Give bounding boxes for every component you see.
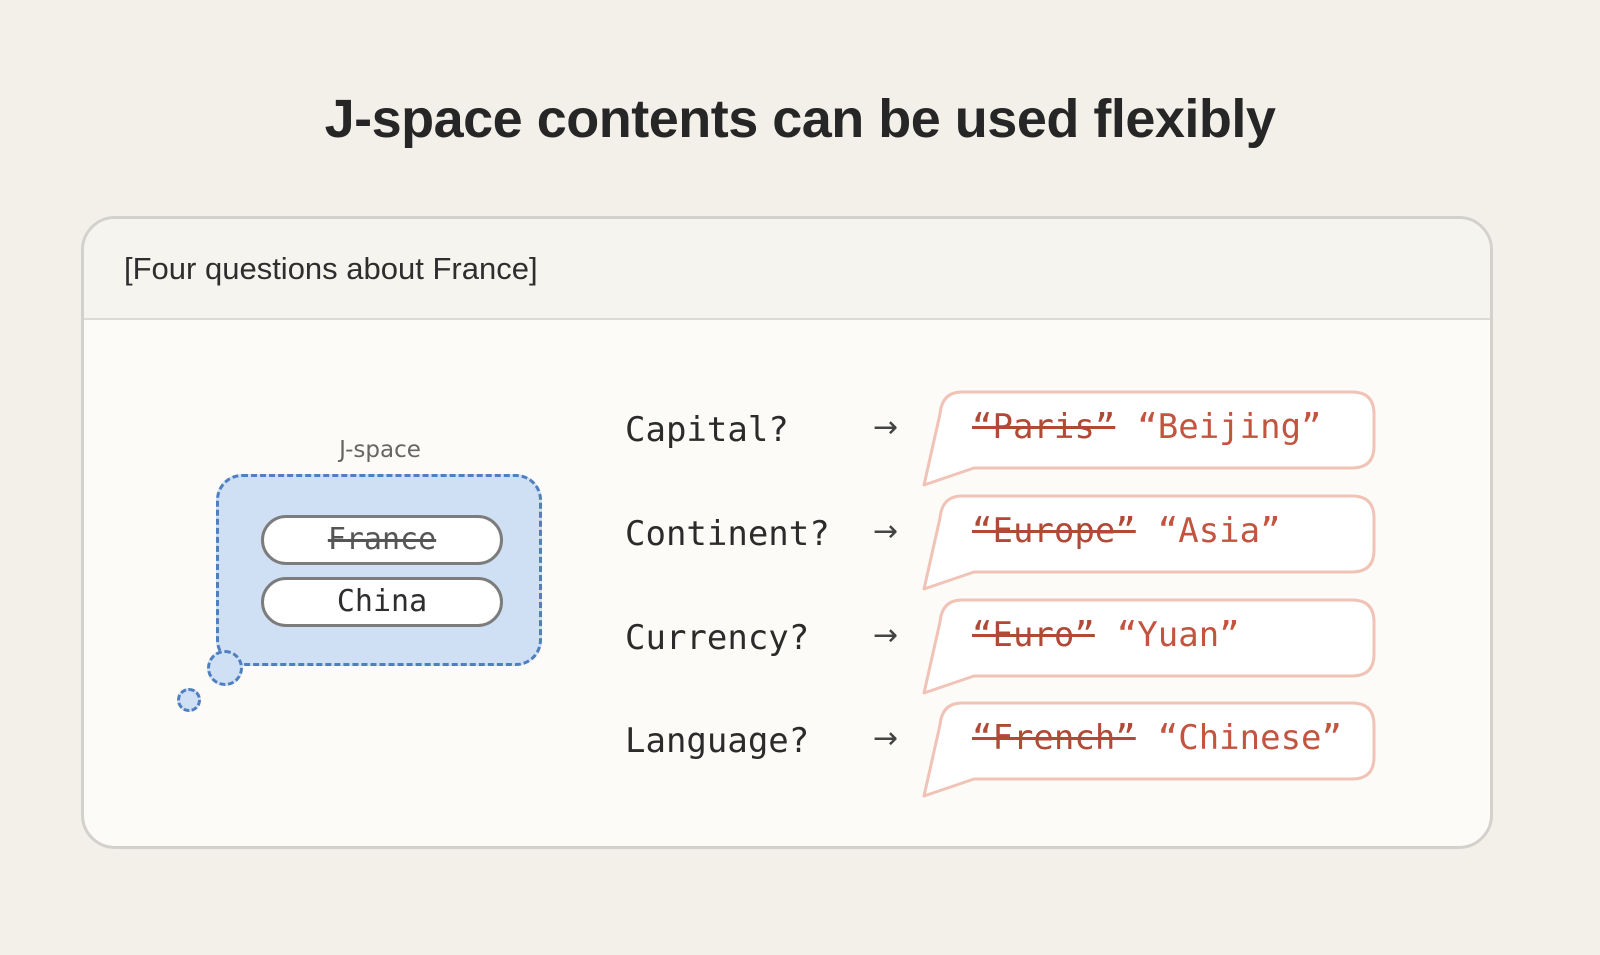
question-row: Continent? → “Europe” “Asia” (0, 494, 1600, 591)
swapped-answer: “Beijing” (1137, 407, 1322, 447)
answer-text: “Euro” “Yuan” (972, 615, 1240, 655)
panel-header: [Four questions about France] (84, 219, 1490, 320)
arrow-icon: → (873, 721, 899, 756)
question-row: Language? → “French” “Chinese” (0, 701, 1600, 798)
question-row: Currency? → “Euro” “Yuan” (0, 598, 1600, 695)
original-answer: “French” (972, 718, 1136, 758)
arrow-icon: → (873, 410, 899, 445)
question-row: Capital? → “Paris” “Beijing” (0, 390, 1600, 487)
question-label: Continent? (625, 514, 830, 554)
question-label: Capital? (625, 410, 789, 450)
swapped-answer: “Chinese” (1157, 718, 1342, 758)
swapped-answer: “Asia” (1157, 511, 1281, 551)
original-answer: “Europe” (972, 511, 1136, 551)
original-answer: “Paris” (972, 407, 1116, 447)
arrow-icon: → (873, 618, 899, 653)
question-label: Language? (625, 721, 810, 761)
swapped-answer: “Yuan” (1116, 615, 1240, 655)
answer-text: “French” “Chinese” (972, 718, 1342, 758)
answer-text: “Europe” “Asia” (972, 511, 1281, 551)
arrow-icon: → (873, 514, 899, 549)
original-answer: “Euro” (972, 615, 1095, 655)
answer-text: “Paris” “Beijing” (972, 407, 1322, 447)
question-label: Currency? (625, 618, 810, 658)
page-title: J-space contents can be used flexibly (324, 89, 1276, 149)
